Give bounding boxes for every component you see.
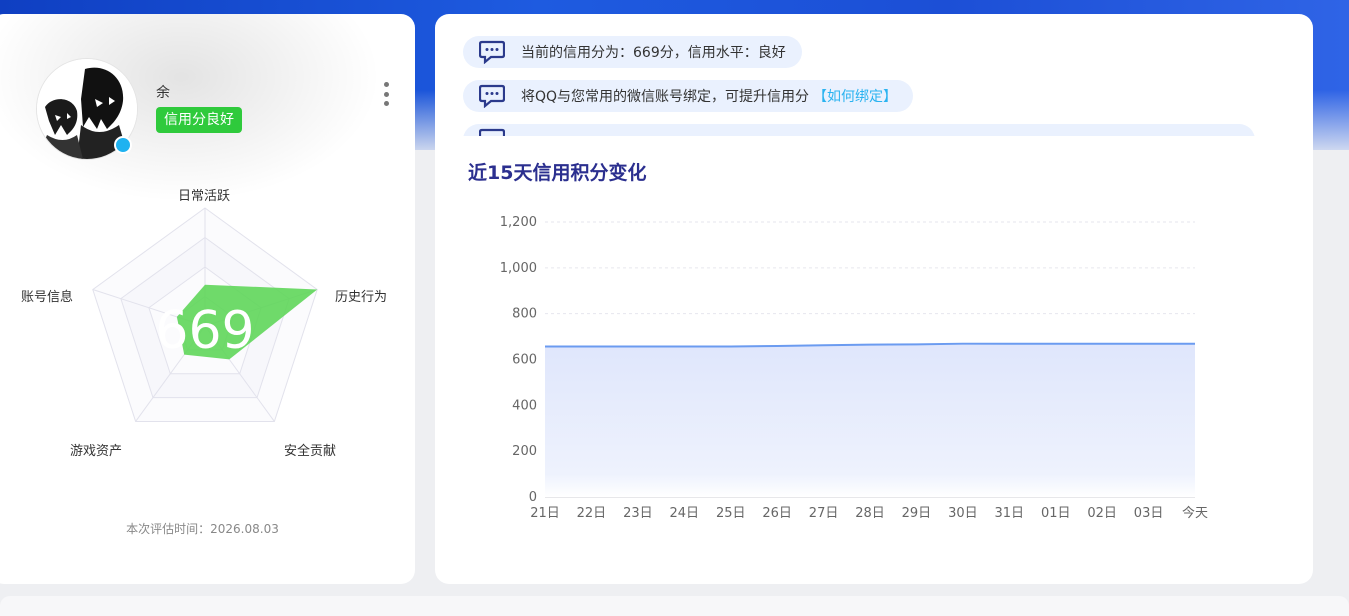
tip-text: 当前的信用分为：669分，信用水平：良好 [521,45,786,61]
chat-message-icon [479,128,505,136]
radar-label-security: 安全贡献 [284,444,337,459]
x-tick-label: 28日 [855,506,885,521]
x-tick-label: 24日 [670,506,700,521]
x-tick-label: 21日 [530,506,560,521]
more-vertical-icon[interactable] [381,82,391,106]
radar-label-history: 历史行为 [335,290,388,305]
radar-chart: 669 日常活跃 历史行为 安全贡献 游戏资产 账号信息 [0,174,415,494]
bottom-card-edge [0,596,1349,616]
tip-item-score: 当前的信用分为：669分，信用水平：良好 [463,36,802,68]
radar-score: 669 [155,301,254,361]
x-tick-label: 01日 [1041,506,1071,521]
y-tick-label: 1,000 [500,261,537,276]
y-tick-label: 200 [512,444,537,459]
data-point[interactable] [1100,342,1104,346]
x-tick-label: 今天 [1182,505,1208,521]
chat-message-icon [479,84,505,108]
data-point[interactable] [775,344,779,348]
data-point[interactable] [636,344,640,348]
tip-text: 将QQ与您常用的微信账号绑定，可提升信用分 [521,89,810,105]
data-point[interactable] [682,344,686,348]
x-tick-label: 23日 [623,506,653,521]
username: 余 [156,85,170,101]
data-point[interactable] [543,344,547,348]
x-tick-label: 31日 [995,506,1025,521]
credit-trend-card: 当前的信用分为：669分，信用水平：良好 将QQ与您常用的微信账号绑定，可提升信… [435,14,1313,584]
x-tick-label: 26日 [762,506,792,521]
how-to-bind-link[interactable]: 【如何绑定】 [813,86,897,106]
x-tick-label: 02日 [1087,506,1117,521]
y-tick-label: 600 [512,353,537,368]
data-point[interactable] [1054,342,1058,346]
data-point[interactable] [1193,342,1197,346]
radar-label-daily-activity: 日常活跃 [178,189,231,204]
y-tick-label: 0 [529,490,537,505]
y-tick-label: 1,200 [500,215,537,230]
series-area [545,343,1195,497]
chat-message-icon [479,40,505,64]
credit-level-badge: 信用分良好 [156,107,242,133]
tip-list: 当前的信用分为：669分，信用水平：良好 将QQ与您常用的微信账号绑定，可提升信… [463,36,1293,136]
x-tick-label: 29日 [902,506,932,521]
x-tick-label: 25日 [716,506,746,521]
x-tick-label: 03日 [1134,506,1164,521]
y-tick-label: 400 [512,398,537,413]
qq-penguin-icon [114,136,132,154]
data-point[interactable] [1007,342,1011,346]
radar-label-account: 账号信息 [21,290,74,305]
chart-title: 近15天信用积分变化 [468,162,647,184]
x-tick-label: 30日 [948,506,978,521]
x-tick-label: 22日 [577,506,607,521]
evaluation-time: 本次评估时间：2026.08.03 [126,522,279,536]
data-point[interactable] [961,342,965,346]
credit-profile-card: 余 信用分良好 669 日常活跃 历史行为 安全贡献 游戏资产 账号信息 本次评… [0,14,415,584]
y-tick-label: 800 [512,307,537,322]
tip-item-partial [463,124,1255,136]
data-point[interactable] [822,343,826,347]
radar-svg: 669 [92,207,318,422]
data-point[interactable] [1147,342,1151,346]
data-point[interactable] [868,343,872,347]
trend-line-chart: 0 200 400 600 800 1,000 1,200 21日 22日 23日 24日 25日 26… [500,215,1208,521]
data-point[interactable] [589,344,593,348]
data-point[interactable] [914,342,918,346]
tip-item-bind: 将QQ与您常用的微信账号绑定，可提升信用分 【如何绑定】 [463,80,914,112]
x-tick-label: 27日 [809,506,839,521]
data-point[interactable] [729,344,733,348]
radar-label-game-assets: 游戏资产 [70,444,123,459]
